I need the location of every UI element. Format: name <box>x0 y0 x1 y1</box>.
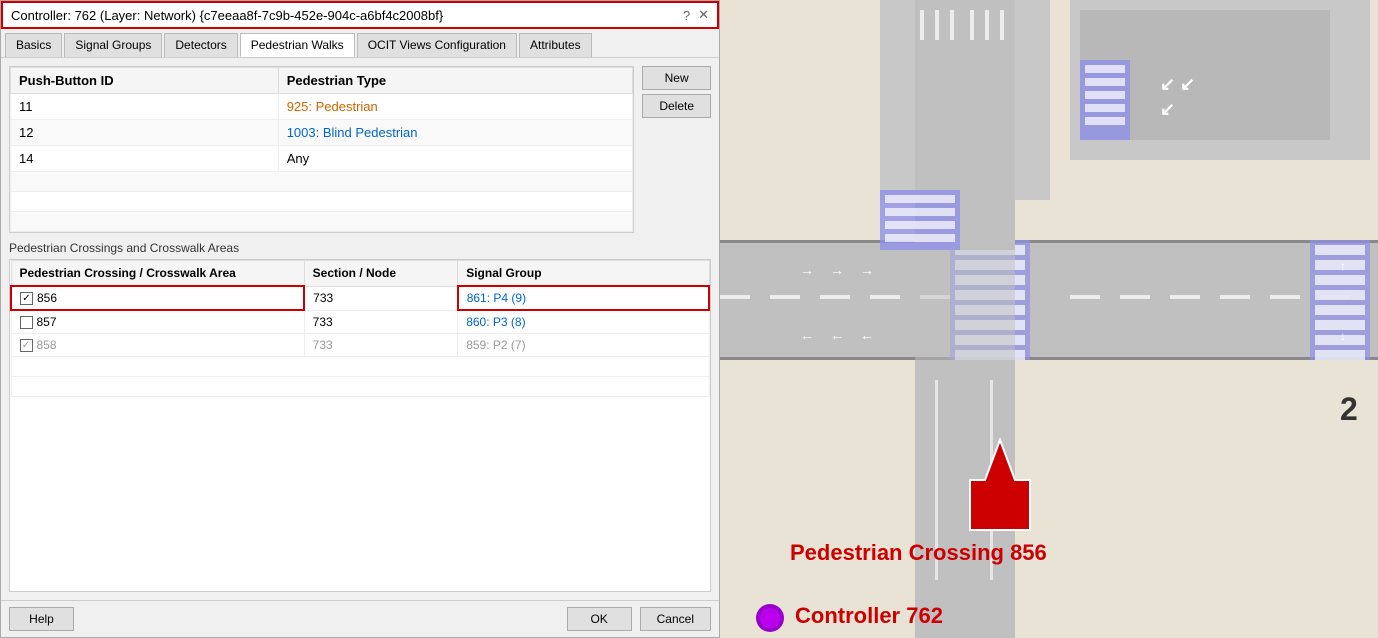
crossings-section: Pedestrian Crossings and Crosswalk Areas… <box>9 241 711 592</box>
svg-text:←: ← <box>800 327 814 343</box>
svg-text:↓: ↓ <box>1340 329 1346 343</box>
bottom-bar: Help OK Cancel <box>1 600 719 637</box>
table-row[interactable]: 11 925: Pedestrian <box>11 94 633 120</box>
checkbox-856[interactable]: ✓ <box>20 292 33 305</box>
delete-button[interactable]: Delete <box>642 94 711 118</box>
checkbox-857[interactable] <box>20 316 33 329</box>
crossing-id-857: 857 <box>37 315 57 329</box>
crossing-area-cell-857: 857 <box>11 310 304 334</box>
table-row[interactable]: 14 Any <box>11 146 633 172</box>
signal-group-cell-857: 860: P3 (8) <box>458 310 709 334</box>
col-signal-header: Signal Group <box>458 261 709 287</box>
close-icon[interactable]: ✕ <box>698 7 709 23</box>
left-panel: Controller: 762 (Layer: Network) {c7eeaa… <box>0 0 720 638</box>
tab-signal-groups[interactable]: Signal Groups <box>64 33 162 57</box>
svg-text:↙: ↙ <box>1160 74 1175 94</box>
crossing-area-cell-856: ✓ 856 <box>11 286 304 310</box>
signal-group-858: 859: P2 (7) <box>466 338 525 352</box>
crossing-area-cell-858: ✓ 858 <box>11 334 304 357</box>
bottom-right-buttons: OK Cancel <box>567 607 711 631</box>
crossing-row-858[interactable]: ✓ 858 733 859: P2 (7) <box>11 334 709 357</box>
title-controls: ? ✕ <box>683 7 709 23</box>
section-cell-858: 733 <box>304 334 458 357</box>
pedestrian-type-cell: 1003: Blind Pedestrian <box>278 120 633 146</box>
push-button-id-cell: 12 <box>11 120 279 146</box>
col-crossing-header: Pedestrian Crossing / Crosswalk Area <box>11 261 304 287</box>
push-button-id-cell: 14 <box>11 146 279 172</box>
tab-pedestrian-walks[interactable]: Pedestrian Walks <box>240 33 355 57</box>
pedestrian-type-cell: 925: Pedestrian <box>278 94 633 120</box>
new-button[interactable]: New <box>642 66 711 90</box>
svg-text:Controller 762: Controller 762 <box>795 603 943 628</box>
tab-bar: Basics Signal Groups Detectors Pedestria… <box>1 29 719 58</box>
pedestrian-type-link[interactable]: 1003: Blind Pedestrian <box>287 125 418 140</box>
svg-text:Pedestrian Crossing 856: Pedestrian Crossing 856 <box>790 540 1047 565</box>
svg-text:→: → <box>830 262 844 278</box>
crossing-id-856: 856 <box>37 291 57 305</box>
map-panel: ↙ ↙ ↙ → → → ← ← ← <box>720 0 1378 638</box>
action-buttons: New Delete <box>642 66 711 233</box>
checkbox-858[interactable]: ✓ <box>20 339 33 352</box>
signal-group-cell-856: 861: P4 (9) <box>458 286 709 310</box>
signal-group-link-856[interactable]: 861: P4 (9) <box>467 291 526 305</box>
title-bar: Controller: 762 (Layer: Network) {c7eeaa… <box>1 1 719 29</box>
push-button-table: Push-Button ID Pedestrian Type 11 925: P… <box>9 66 634 233</box>
svg-text:↑: ↑ <box>1340 259 1346 273</box>
tab-basics[interactable]: Basics <box>5 33 62 57</box>
table-row[interactable]: 12 1003: Blind Pedestrian <box>11 120 633 146</box>
col-push-button-id: Push-Button ID <box>11 68 279 94</box>
section-cell-856: 733 <box>304 286 458 310</box>
signal-group-cell-858: 859: P2 (7) <box>458 334 709 357</box>
crossing-id-858: 858 <box>37 338 57 352</box>
crossing-row-857[interactable]: 857 733 860: P3 (8) <box>11 310 709 334</box>
push-button-section: Push-Button ID Pedestrian Type 11 925: P… <box>9 66 711 233</box>
tab-attributes[interactable]: Attributes <box>519 33 592 57</box>
dialog-title: Controller: 762 (Layer: Network) {c7eeaa… <box>11 8 443 23</box>
tab-ocit-views[interactable]: OCIT Views Configuration <box>357 33 517 57</box>
help-button[interactable]: Help <box>9 607 74 631</box>
col-pedestrian-type: Pedestrian Type <box>278 68 633 94</box>
pedestrian-type-link[interactable]: 925: Pedestrian <box>287 99 378 114</box>
help-icon[interactable]: ? <box>683 8 690 23</box>
tab-content: Push-Button ID Pedestrian Type 11 925: P… <box>1 58 719 600</box>
push-button-id-cell: 11 <box>11 94 279 120</box>
svg-text:←: ← <box>830 327 844 343</box>
svg-text:2: 2 <box>1340 391 1358 427</box>
svg-text:→: → <box>800 262 814 278</box>
crossings-table-wrapper: Pedestrian Crossing / Crosswalk Area Sec… <box>9 259 711 592</box>
crossings-label: Pedestrian Crossings and Crosswalk Areas <box>9 241 711 255</box>
push-button-table-wrapper: Push-Button ID Pedestrian Type 11 925: P… <box>9 66 634 233</box>
ok-button[interactable]: OK <box>567 607 632 631</box>
svg-text:←: ← <box>860 327 874 343</box>
signal-group-link-857[interactable]: 860: P3 (8) <box>466 315 525 329</box>
svg-text:↙: ↙ <box>1180 74 1195 94</box>
tab-detectors[interactable]: Detectors <box>164 33 237 57</box>
crossing-row-856[interactable]: ✓ 856 733 861: P4 (9) <box>11 286 709 310</box>
pedestrian-type-cell: Any <box>278 146 633 172</box>
svg-text:↙: ↙ <box>1160 99 1175 119</box>
map-svg: ↙ ↙ ↙ → → → ← ← ← <box>720 0 1378 638</box>
col-section-header: Section / Node <box>304 261 458 287</box>
section-cell-857: 733 <box>304 310 458 334</box>
cancel-button[interactable]: Cancel <box>640 607 711 631</box>
svg-text:→: → <box>860 262 874 278</box>
